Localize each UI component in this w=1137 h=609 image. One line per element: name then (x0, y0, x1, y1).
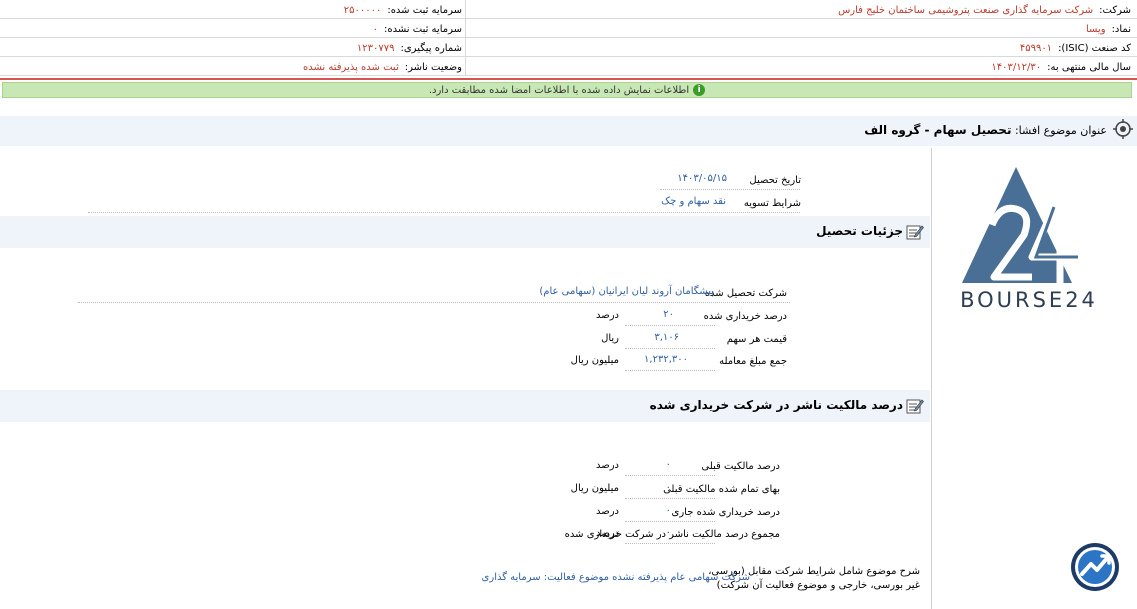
dotted-separator (625, 325, 715, 326)
symbol-value: ویسا (1085, 24, 1106, 35)
tracking-label: شماره پیگیری: (400, 43, 462, 54)
symbol-row: نماد: ویسا (1086, 20, 1131, 39)
publisher-status-label: وضعیت ناشر: (404, 62, 462, 73)
reg-capital-label: سرمایه ثبت شده: (387, 5, 462, 16)
total-amount-label: جمع مبلغ معامله (719, 356, 787, 367)
content-divider (931, 148, 932, 609)
description-value: شرکت سهامی عام پذیرفته نشده موضوع فعالیت… (481, 572, 750, 583)
company-row: شرکت: شرکت سرمایه گذاری صنعت پتروشیمی سا… (838, 1, 1131, 20)
company-value: شرکت سرمایه گذاری صنعت پتروشیمی ساختمان … (838, 5, 1094, 16)
prev-pct-unit: درصد (595, 460, 619, 471)
header-info: شرکت: شرکت سرمایه گذاری صنعت پتروشیمی سا… (0, 0, 1137, 76)
dotted-separator (625, 521, 715, 522)
bourse24-logo: BOURSE24 (960, 167, 1098, 310)
curr-pct-value: ۰ (665, 505, 671, 516)
header-red-line (0, 78, 1137, 80)
dotted-separator (625, 475, 715, 476)
settlement-label: شرایط تسویه (743, 198, 801, 209)
logo-text: BOURSE24 (960, 288, 1098, 310)
edit-note-icon (906, 399, 924, 414)
prev-pct-value: ۰ (665, 459, 671, 470)
dotted-separator (660, 189, 800, 190)
total-pct-value: ۰ (665, 527, 671, 538)
publisher-status-value: ثبت شده پذیرفته نشده (303, 62, 399, 73)
acquired-company-label: شرکت تحصیل شده (704, 288, 787, 299)
isic-row: کد صنعت (ISIC): ۴۵۹۹۰۱ (1020, 39, 1131, 58)
curr-pct-label: درصد خریداری شده جاری (671, 507, 780, 518)
details-section-header (0, 216, 930, 248)
reg-capital-row: سرمایه ثبت شده: ۲۵۰۰۰۰۰ (344, 1, 462, 20)
acq-date-label: تاریخ تحصیل (749, 175, 801, 186)
edit-note-icon (906, 225, 924, 240)
topic-value: تحصیل سهام - گروه الف (864, 123, 1012, 137)
isic-label: کد صنعت (ISIC): (1058, 43, 1131, 54)
fiscal-row: سال مالی منتهی به: ۱۴۰۳/۱۲/۳۰ (991, 58, 1131, 77)
curr-pct-unit: درصد (595, 506, 619, 517)
publisher-status-row: وضعیت ناشر: ثبت شده پذیرفته نشده (303, 58, 462, 77)
fiscal-label: سال مالی منتهی به: (1047, 62, 1131, 73)
target-icon (1113, 119, 1133, 139)
total-pct-unit: درصد (595, 528, 619, 539)
unreg-capital-label: سرمایه ثبت نشده: (384, 24, 462, 35)
share-price-value: ۳,۱۰۶ (654, 332, 679, 343)
symbol-label: نماد: (1111, 24, 1131, 35)
share-price-label: قیمت هر سهم (726, 334, 787, 345)
ownership-title: درصد مالکیت ناشر در شرکت خریداری شده (649, 398, 903, 412)
dotted-separator (625, 498, 715, 499)
tracking-value: ۱۲۳۰۷۷۹ (356, 43, 395, 54)
topic-label: عنوان موضوع افشا: (1014, 124, 1107, 137)
dotted-separator (625, 543, 715, 544)
purchase-pct-value: ۲۰ (663, 309, 674, 320)
purchase-pct-label: درصد خریداری شده (703, 311, 787, 322)
info-icon: i (693, 84, 706, 96)
prev-cost-unit: میلیون ریال (570, 483, 619, 494)
total-amount-unit: میلیون ریال (570, 355, 619, 366)
reg-capital-value: ۲۵۰۰۰۰۰ (343, 5, 382, 16)
acquired-company-value: پیشگامان آروند لیان ایرانیان (سهامی عام) (539, 286, 714, 297)
details-title: جزئیات تحصیل (816, 224, 903, 238)
chart-badge-icon[interactable] (1070, 542, 1120, 592)
unreg-capital-row: سرمایه ثبت نشده: ۰ (373, 20, 462, 39)
dotted-separator (88, 212, 800, 213)
total-amount-value: ۱,۲۳۲,۳۰۰ (644, 354, 688, 365)
header-row-divider (466, 19, 1137, 38)
notice-text: اطلاعات نمایش داده شده با اطلاعات امضا ش… (428, 84, 690, 96)
dotted-separator (78, 302, 790, 303)
company-label: شرکت: (1099, 5, 1131, 16)
fiscal-value: ۱۴۰۳/۱۲/۳۰ (991, 62, 1042, 73)
dotted-separator (625, 348, 715, 349)
settlement-value: نقد سهام و چک (661, 196, 726, 207)
dotted-separator (625, 370, 715, 371)
share-price-unit: ریال (601, 333, 619, 344)
tracking-row: شماره پیگیری: ۱۲۳۰۷۷۹ (357, 39, 462, 58)
topic-title: عنوان موضوع افشا: تحصیل سهام - گروه الف (864, 123, 1107, 137)
isic-value: ۴۵۹۹۰۱ (1019, 43, 1053, 54)
prev-cost-label: بهای تمام شده مالکیت قبلی (663, 484, 780, 495)
acq-date-value: ۱۴۰۳/۰۵/۱۵ (677, 173, 727, 184)
purchase-pct-unit: درصد (595, 310, 619, 321)
prev-cost-value: ۰ (665, 482, 671, 493)
prev-pct-label: درصد مالکیت قبلی (701, 461, 780, 472)
unreg-capital-value: ۰ (372, 24, 379, 35)
notice-bar: i اطلاعات نمایش داده شده با اطلاعات امضا… (2, 82, 1132, 98)
